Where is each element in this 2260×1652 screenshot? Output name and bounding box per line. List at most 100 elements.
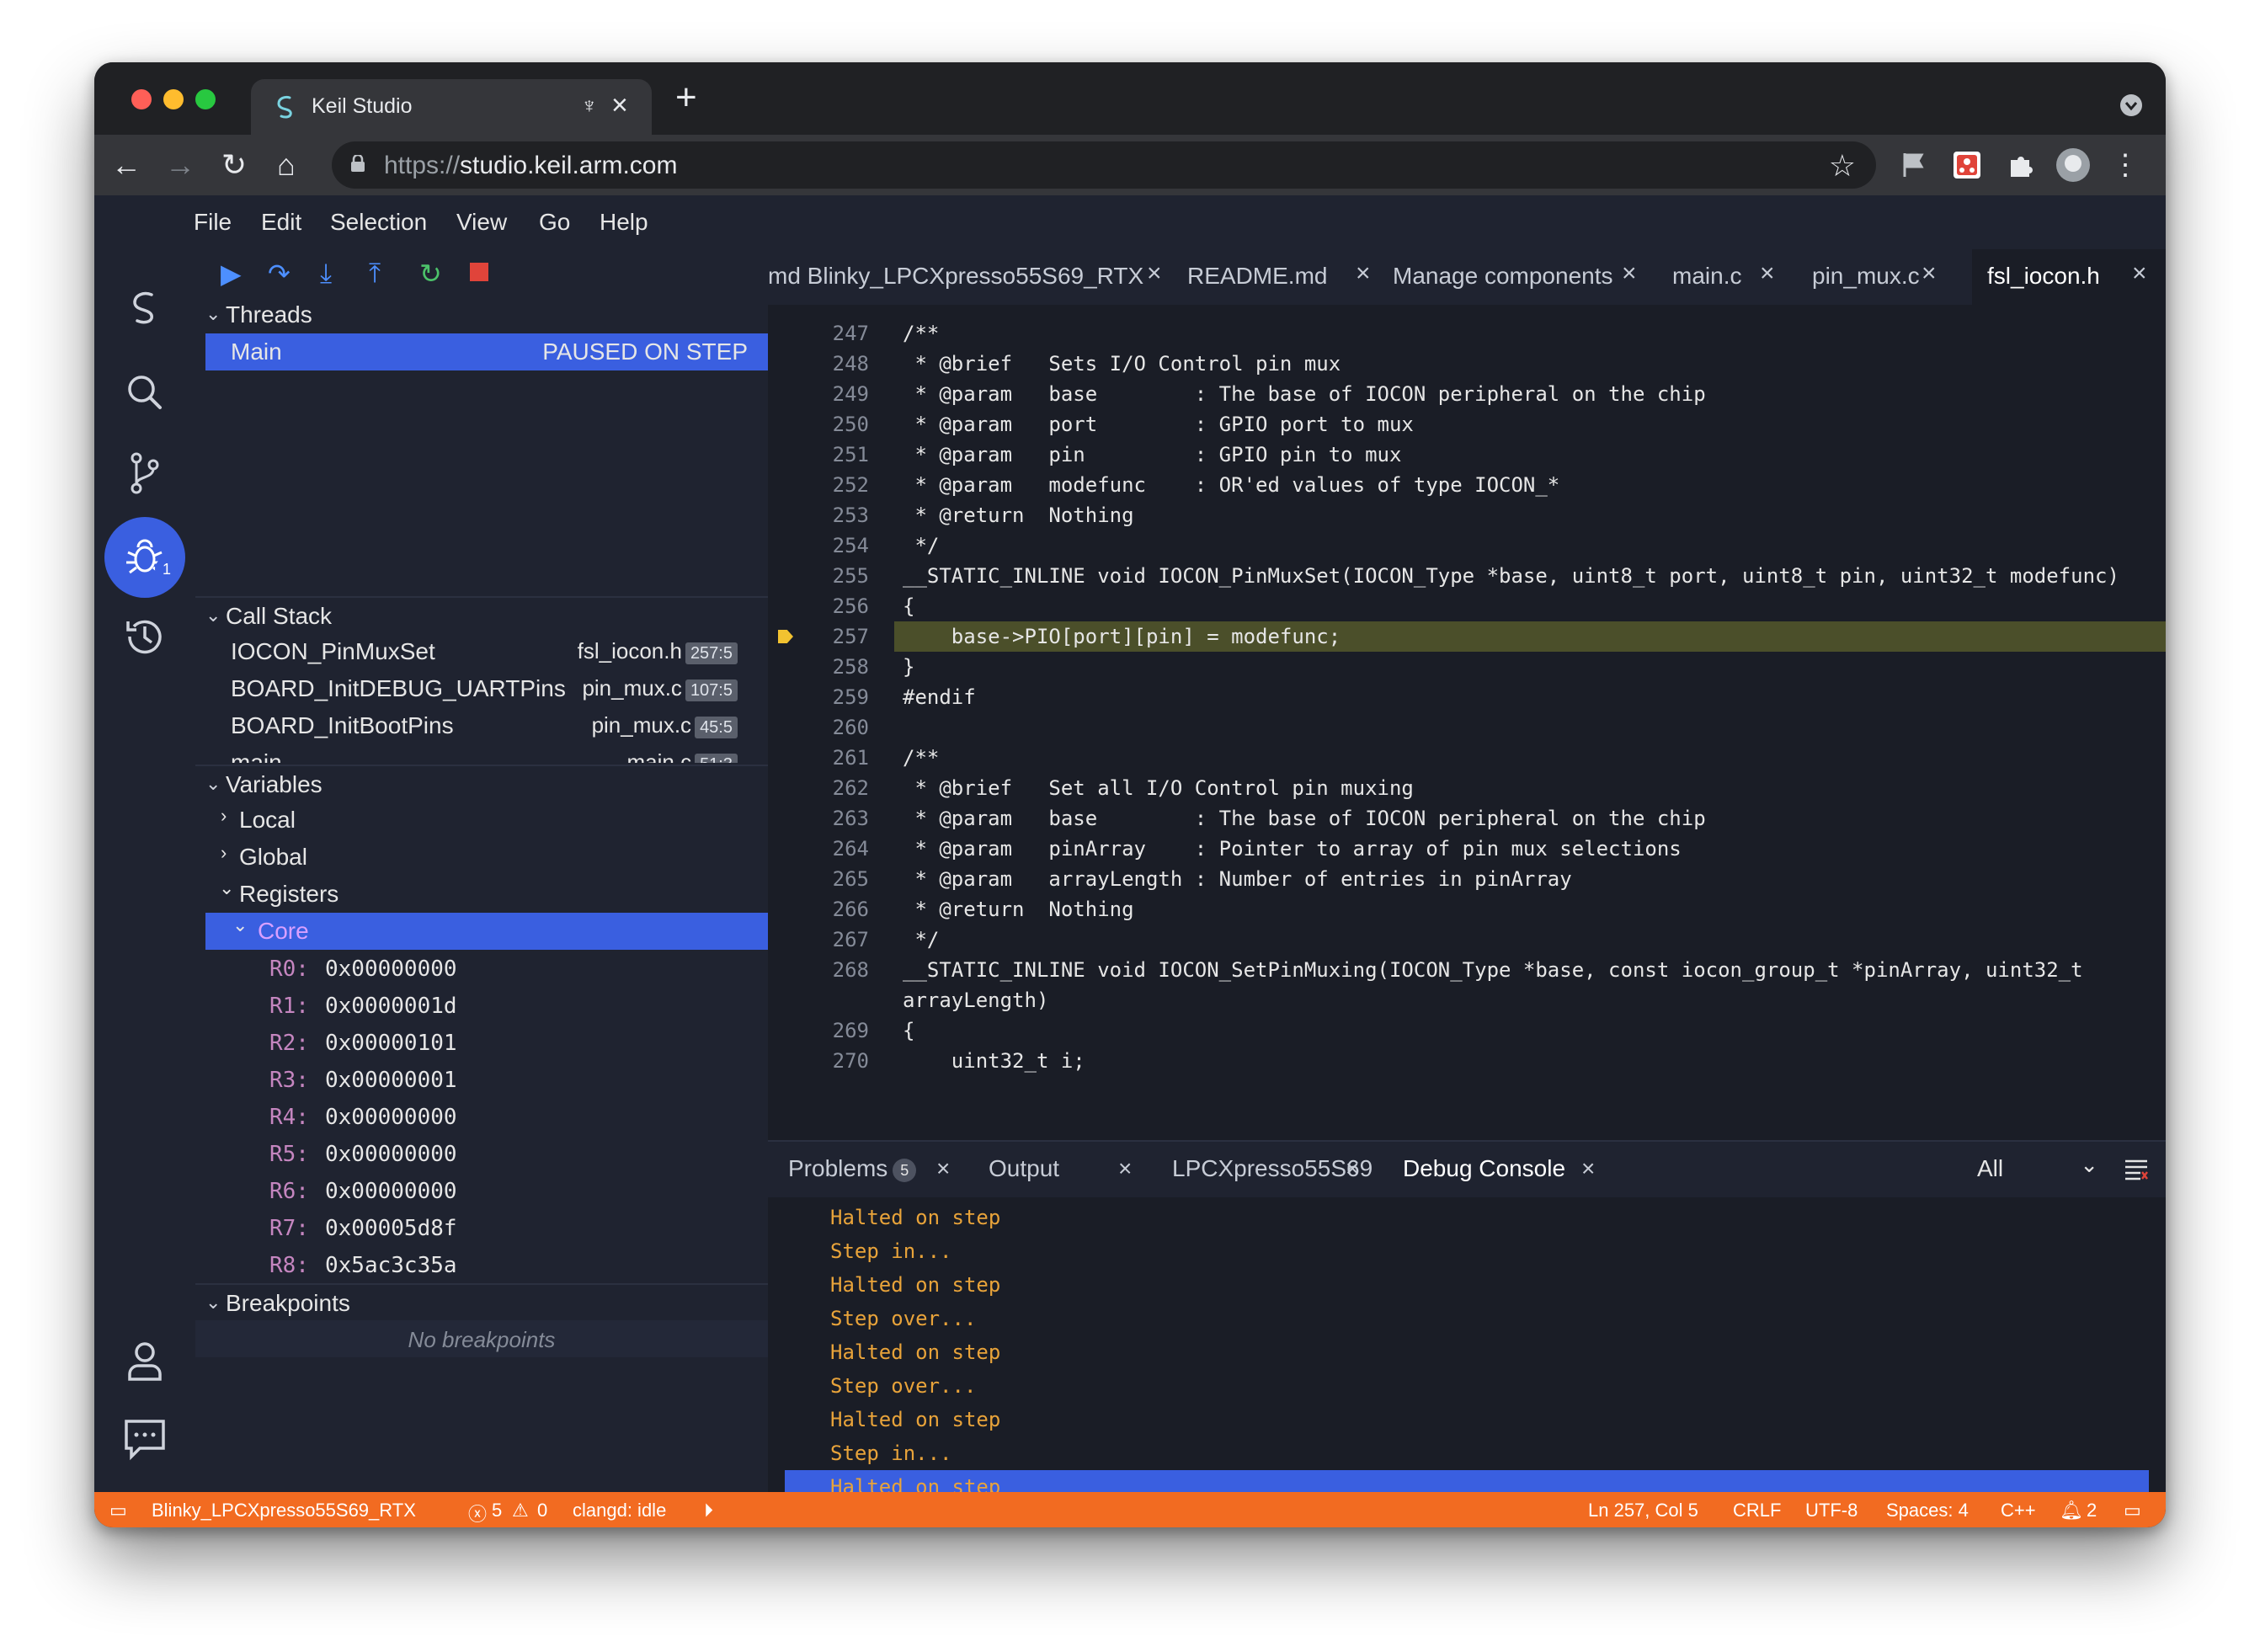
close-icon[interactable]: × [1922,259,1937,288]
stack-frame[interactable]: IOCON_PinMuxSet fsl_iocon.h 257:5 [195,633,768,670]
reload-icon[interactable]: ↻ [216,147,253,184]
code-line[interactable]: 265 * @param arrayLength : Number of ent… [768,864,2166,894]
tab-device[interactable]: LPCXpresso55S69 [1172,1155,1373,1182]
stop-icon[interactable] [470,263,488,281]
browser-tab[interactable]: Keil Studio ♆ × [251,79,652,135]
status-eol[interactable]: CRLF [1733,1500,1781,1521]
history-icon[interactable] [120,611,170,662]
console-line[interactable]: Step over... [830,1307,976,1340]
clear-console-icon[interactable] [2124,1159,2149,1180]
feedback-icon[interactable] [120,1413,170,1463]
status-indent[interactable]: Spaces: 4 [1886,1500,1969,1521]
source-control-icon[interactable] [120,448,170,498]
star-icon[interactable]: ☆ [1829,148,1856,184]
address-bar[interactable]: https://studio.keil.arm.com ☆ [332,141,1876,189]
tab-main-c[interactable]: main.c × [1672,249,1790,305]
stack-frame[interactable]: BOARD_InitBootPins pin_mux.c 45:5 [195,707,768,744]
layout-icon[interactable]: ▭ [2124,1500,2141,1521]
menu-help[interactable]: Help [600,209,648,236]
code-line[interactable]: 249 * @param base : The base of IOCON pe… [768,379,2166,409]
code-line[interactable]: 262 * @brief Set all I/O Control pin mux… [768,773,2166,803]
status-errors[interactable]: 5 [492,1500,502,1521]
close-icon[interactable]: × [1622,259,1637,288]
console-filter-select[interactable]: All ⌄ [1969,1152,2103,1186]
breakpoints-section-header[interactable]: ⌄ Breakpoints [195,1283,768,1322]
status-warnings[interactable]: 0 [537,1500,547,1521]
tab-search-icon[interactable] [2120,94,2142,116]
code-line[interactable]: 253 * @return Nothing [768,500,2166,530]
more-icon[interactable]: ⋮ [2107,147,2144,184]
code-line[interactable]: 264 * @param pinArray : Pointer to array… [768,834,2166,864]
code-line[interactable]: 247 /** [768,318,2166,349]
scope-global[interactable]: › Global [195,839,768,876]
close-icon[interactable]: × [1147,259,1162,288]
code-editor[interactable]: 247 /** 248 * @brief Sets I/O Control pin … [768,305,2166,1140]
call-stack-section-header[interactable]: ⌄ Call Stack [195,596,768,635]
home-icon[interactable]: ⌂ [268,147,305,184]
new-tab-button[interactable]: + [675,79,697,116]
run-debug-button[interactable]: 1 [104,517,185,598]
stack-frame[interactable]: BOARD_InitDEBUG_UARTPins pin_mux.c 107:5 [195,670,768,707]
account-icon[interactable] [120,1335,170,1386]
debug-console-output[interactable]: Halted on step Step in... Halted on step St… [768,1197,2166,1494]
audio-icon[interactable]: ♆ [581,93,598,119]
code-line[interactable]: 269 { [768,1015,2166,1046]
flag-icon[interactable] [1896,148,1930,182]
code-line[interactable]: 259 #endif [768,682,2166,712]
thread-row[interactable]: Main PAUSED ON STEP [205,333,776,370]
code-line[interactable]: 261 /** [768,743,2166,773]
console-line[interactable]: Halted on step [830,1475,1000,1494]
register-row[interactable]: R4: 0x00000000 [195,1098,768,1135]
scope-registers[interactable]: ⌄ Registers [195,876,768,913]
close-icon[interactable]: × [1760,259,1775,288]
code-line[interactable]: 250 * @param port : GPIO port to mux [768,409,2166,440]
register-row[interactable]: R7: 0x00005d8f [195,1209,768,1246]
code-line[interactable]: 266 * @return Nothing [768,894,2166,925]
register-row[interactable]: R2: 0x00000101 [195,1024,768,1061]
status-language[interactable]: C++ [2001,1500,2036,1521]
code-line[interactable]: 252 * @param modefunc : OR'ed values of … [768,470,2166,500]
puzzle-icon[interactable] [2004,148,2038,182]
status-project[interactable]: Blinky_LPCXpresso55S69_RTX [152,1500,416,1521]
menu-view[interactable]: View [456,209,507,236]
code-line[interactable]: 251 * @param pin : GPIO pin to mux [768,440,2166,470]
code-line[interactable]: 267 */ [768,925,2166,955]
console-line[interactable]: Halted on step [830,1340,1000,1374]
menu-go[interactable]: Go [539,209,570,236]
tab-manage-components[interactable]: Manage components × [1393,249,1650,305]
forward-icon[interactable]: → [162,147,199,184]
search-icon[interactable] [120,367,170,418]
console-line[interactable]: Halted on step [830,1206,1000,1239]
tab-problems[interactable]: Problems 5 [788,1155,917,1182]
maximize-window-button[interactable] [195,89,216,109]
register-row[interactable]: R6: 0x00000000 [195,1172,768,1209]
console-line[interactable]: Halted on step [830,1273,1000,1307]
code-line[interactable]: 263 * @param base : The base of IOCON pe… [768,803,2166,834]
code-line[interactable]: 270 uint32_t i; [768,1046,2166,1076]
code-line[interactable]: 255 __STATIC_INLINE void IOCON_PinMuxSet(… [768,561,2166,591]
register-row[interactable]: R3: 0x00000001 [195,1061,768,1098]
tab-output[interactable]: Output [989,1155,1059,1182]
tab-pin-mux-c[interactable]: pin_mux.c × [1812,249,1952,305]
tab-fsl-iocon-h[interactable]: fsl_iocon.h × [1972,249,2166,305]
threads-section-header[interactable]: ⌄ Threads [195,296,768,333]
console-line[interactable]: Step over... [830,1374,976,1408]
code-line[interactable]: 260 [768,712,2166,743]
register-row[interactable]: R0: 0x00000000 [195,950,768,987]
menu-file[interactable]: File [194,209,232,236]
step-into-icon[interactable]: ⤓ [320,258,332,290]
close-icon[interactable]: × [1356,259,1371,288]
code-line[interactable]: 254 */ [768,530,2166,561]
console-line[interactable]: Step in... [830,1239,952,1273]
scope-local[interactable]: › Local [195,802,768,839]
restart-icon[interactable]: ↻ [419,258,442,290]
step-out-icon[interactable]: ⤒ [369,258,381,290]
close-tab-icon[interactable]: × [611,89,628,122]
close-icon[interactable]: × [1118,1155,1132,1182]
variables-section-header[interactable]: ⌄ Variables [195,765,768,803]
tab-debug-console[interactable]: Debug Console [1403,1155,1565,1182]
code-line[interactable]: arrayLength) [768,985,2166,1015]
register-row[interactable]: R5: 0x00000000 [195,1135,768,1172]
code-line[interactable]: 248 * @brief Sets I/O Control pin mux [768,349,2166,379]
register-row[interactable]: R1: 0x0000001d [195,987,768,1024]
